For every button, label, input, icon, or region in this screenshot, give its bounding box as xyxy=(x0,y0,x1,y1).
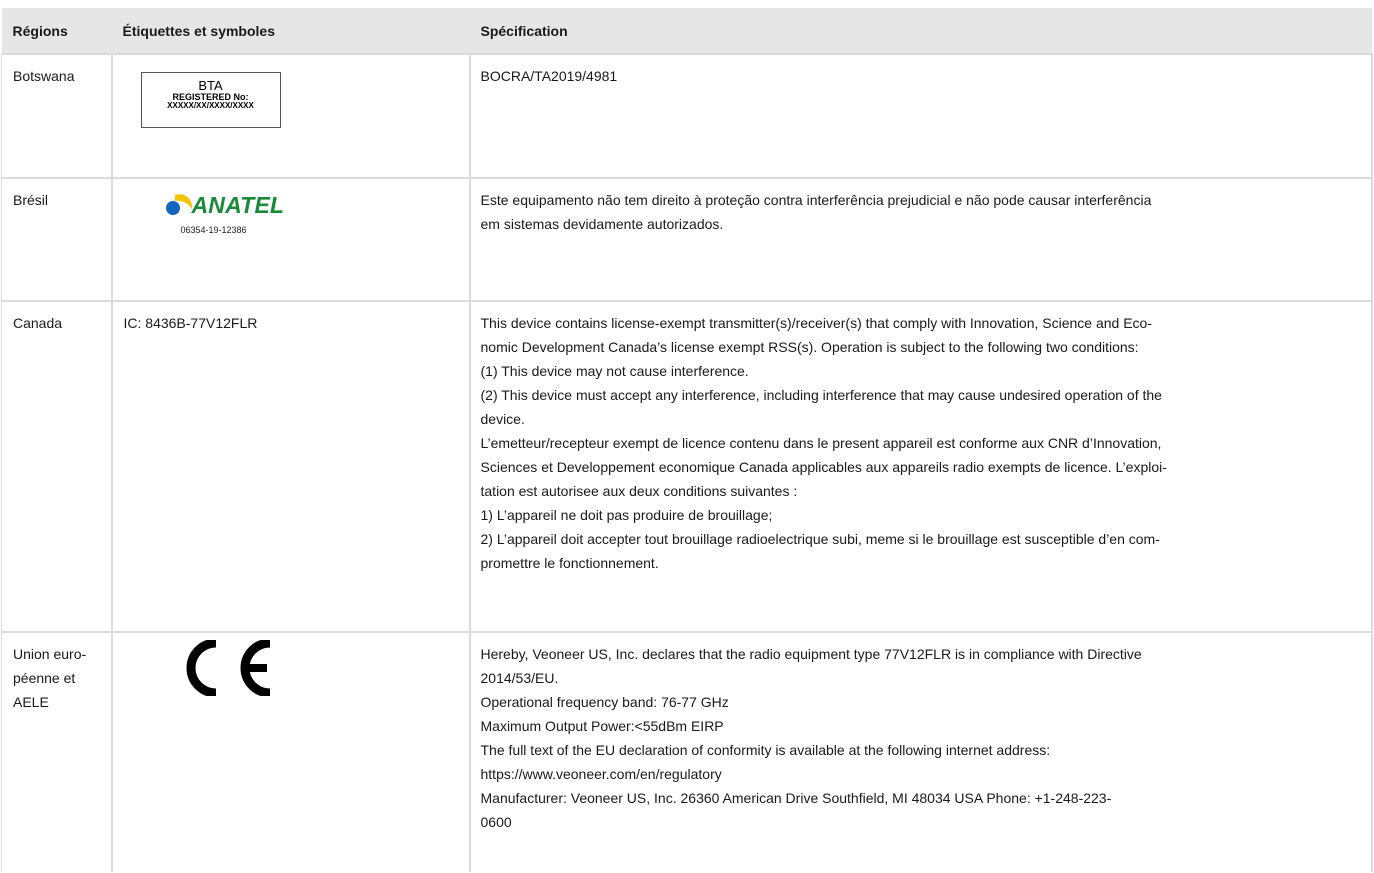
header-regions: Régions xyxy=(1,8,112,54)
spec-line: 0600 xyxy=(480,814,512,830)
spec-cell: Este equipamento não tem direito à prote… xyxy=(468,177,1373,301)
spec-line: Manufacturer: Veoneer US, Inc. 26360 Ame… xyxy=(480,790,1112,806)
anatel-logo: ANATEL xyxy=(164,192,294,218)
spec-cell: This device contains license-exempt tran… xyxy=(468,300,1373,632)
table-row-eu-efta: Union euro- péenne et AELE Hereby, Veone… xyxy=(1,631,1373,872)
spec-line: Hereby, Veoneer US, Inc. declares that t… xyxy=(480,646,1142,662)
spec-line: (1) This device may not cause interferen… xyxy=(480,363,749,379)
table-row-brazil: Brésil ANATEL 06354-19-12386 Este equipa… xyxy=(1,177,1373,301)
regulatory-table: Régions Étiquettes et symboles Spécifica… xyxy=(1,8,1373,872)
region-cell: Botswana xyxy=(1,53,113,178)
spec-line: em sistemas devidamente autorizados. xyxy=(480,216,724,232)
spec-line: tation est autorisee aux deux conditions… xyxy=(480,483,798,499)
spec-line: promettre le fonctionnement. xyxy=(480,555,659,571)
spec-line: Maximum Output Power:<55dBm EIRP xyxy=(480,718,724,734)
spec-cell: BOCRA/TA2019/4981 xyxy=(468,53,1373,178)
region-line: Union euro- xyxy=(13,646,87,662)
spec-line: 1) L’appareil ne doit pas produire de br… xyxy=(480,507,773,523)
label-cell: BTA REGISTERED No: XXXXX/XX/XXXX/XXXX xyxy=(110,53,471,178)
anatel-label: ANATEL 06354-19-12386 xyxy=(164,192,294,236)
spec-line: Este equipamento não tem direito à prote… xyxy=(480,192,1152,208)
regulatory-page: Régions Étiquettes et symboles Spécifica… xyxy=(0,8,1374,872)
anatel-certificate-number: 06354-19-12386 xyxy=(180,225,247,235)
spec-line: Sciences et Developpement economique Can… xyxy=(480,459,1167,475)
label-cell: IC: 8436B-77V12FLR xyxy=(110,300,471,632)
spec-line: 2) L’appareil doit accepter tout brouill… xyxy=(480,531,1160,547)
anatel-wordmark: ANATEL xyxy=(191,192,285,218)
region-cell: Brésil xyxy=(1,177,113,301)
region-cell: Canada xyxy=(1,300,113,632)
spec-line: https://www.veoneer.com/en/regulatory xyxy=(480,766,722,782)
table-row-botswana: Botswana BTA REGISTERED No: XXXXX/XX/XXX… xyxy=(1,53,1373,178)
spec-line: device. xyxy=(480,411,525,427)
bta-registration-label: BTA REGISTERED No: XXXXX/XX/XXXX/XXXX xyxy=(140,72,281,128)
ce-mark-icon xyxy=(186,640,270,696)
ic-certification-number: IC: 8436B-77V12FLR xyxy=(123,315,258,331)
region-line: AELE xyxy=(13,694,49,710)
spec-line: (2) This device must accept any interfer… xyxy=(480,387,1162,403)
spec-line: nomic Development Canada’s license exemp… xyxy=(480,339,1139,355)
bta-registration-number: XXXXX/XX/XXXX/XXXX xyxy=(167,101,254,111)
header-labels-symbols: Étiquettes et symboles xyxy=(111,8,470,54)
label-cell: ANATEL 06354-19-12386 xyxy=(110,177,471,301)
header-specification: Spécification xyxy=(469,8,1372,54)
spec-line: The full text of the EU declaration of c… xyxy=(480,742,1051,758)
spec-line: L’emetteur/recepteur exempt de licence c… xyxy=(480,435,1162,451)
spec-line: BOCRA/TA2019/4981 xyxy=(480,68,618,84)
label-cell xyxy=(110,631,471,872)
table-header-row: Régions Étiquettes et symboles Spécifica… xyxy=(1,8,1372,54)
spec-line: 2014/53/EU. xyxy=(480,670,559,686)
anatel-emblem-icon xyxy=(165,194,192,215)
spec-line: This device contains license-exempt tran… xyxy=(480,315,1153,331)
region-line: péenne et xyxy=(13,670,76,686)
bta-title: BTA xyxy=(198,78,223,93)
region-cell: Union euro- péenne et AELE xyxy=(1,631,113,872)
table-row-canada: Canada IC: 8436B-77V12FLR This device co… xyxy=(1,300,1373,632)
spec-line: Operational frequency band: 76-77 GHz xyxy=(480,694,729,710)
spec-cell: Hereby, Veoneer US, Inc. declares that t… xyxy=(468,631,1373,872)
